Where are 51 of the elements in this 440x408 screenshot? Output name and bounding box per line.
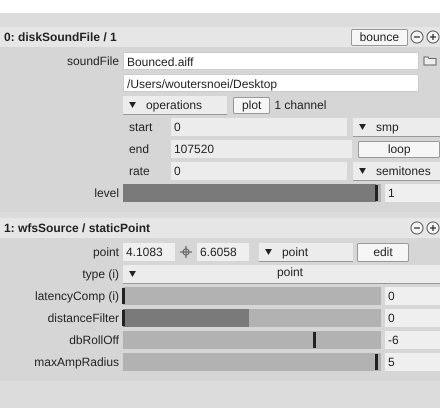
slider-label: dbRollOff — [68, 333, 119, 347]
plus-icon[interactable] — [426, 221, 440, 235]
field-label: end — [128, 142, 150, 156]
value-field[interactable]: 0 — [385, 309, 440, 327]
point-menu[interactable]: point — [259, 242, 353, 262]
value-field[interactable]: 1 — [385, 184, 440, 202]
edit-button[interactable]: edit — [357, 242, 409, 262]
path-field[interactable]: /Users/woutersnoei/Desktop — [123, 74, 419, 92]
y-field[interactable]: 6.6058 — [197, 243, 249, 261]
slider[interactable] — [123, 309, 381, 327]
slider-label: distanceFilter — [46, 311, 119, 325]
type-menu[interactable]: point — [123, 264, 440, 284]
field-label: rate — [128, 164, 151, 178]
plot-button[interactable]: plot — [233, 96, 270, 114]
field-label: start — [128, 120, 154, 134]
unit-title: 0: diskSoundFile / 1 — [4, 30, 118, 44]
field-label: soundFile — [66, 54, 119, 68]
value-field[interactable]: -6 — [385, 331, 440, 349]
plus-icon[interactable] — [426, 30, 440, 44]
caret-icon — [129, 270, 136, 276]
number-field[interactable]: 0 — [171, 118, 347, 136]
minus-icon[interactable] — [410, 30, 424, 44]
unit-menu[interactable]: semitones — [353, 162, 440, 180]
move-icon[interactable] — [179, 245, 193, 259]
number-field[interactable]: 107520 — [171, 140, 352, 158]
channel-count: 1 channel — [274, 98, 326, 112]
file-name-field[interactable]: Bounced.aiff — [123, 52, 419, 70]
caret-icon — [359, 168, 366, 174]
unit-title: 1: wfsSource / staticPoint — [4, 221, 152, 235]
number-field[interactable]: 0 — [171, 162, 347, 180]
caret-icon — [265, 249, 272, 256]
x-field[interactable]: 4.1083 — [123, 243, 175, 261]
slider-label: maxAmpRadius — [33, 355, 119, 369]
slider[interactable] — [123, 287, 381, 305]
slider[interactable] — [123, 184, 381, 202]
slider-label: latencyComp (i) — [34, 289, 119, 303]
bounce-button[interactable]: bounce — [350, 28, 408, 46]
caret-icon — [129, 102, 136, 108]
loop-button[interactable]: loop — [358, 140, 440, 158]
operations-menu[interactable]: operations — [123, 96, 227, 114]
field-label: type (i) — [81, 267, 119, 281]
value-field[interactable]: 5 — [385, 353, 440, 371]
minus-icon[interactable] — [410, 221, 424, 235]
caret-icon — [359, 124, 366, 130]
slider[interactable] — [123, 331, 381, 349]
slider[interactable] — [123, 353, 381, 371]
unit-menu[interactable]: smp — [353, 118, 440, 136]
field-label: point — [92, 245, 119, 259]
value-field[interactable]: 0 — [385, 287, 440, 305]
folder-icon[interactable] — [423, 56, 437, 66]
slider-label: level — [93, 186, 119, 200]
